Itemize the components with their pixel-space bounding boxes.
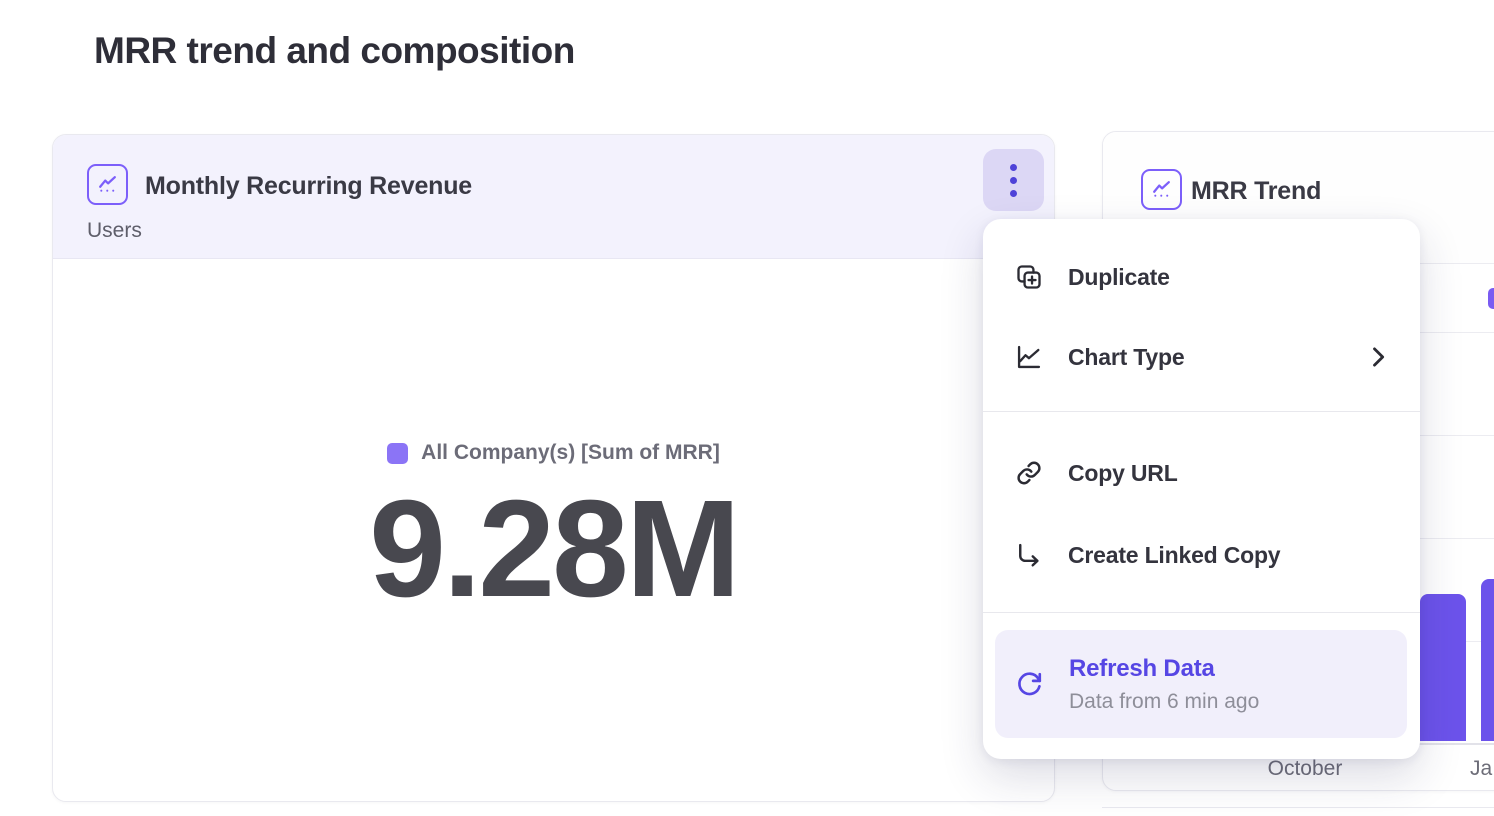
chart-type-icon bbox=[1015, 343, 1043, 371]
menu-divider bbox=[983, 411, 1420, 412]
card-menu-button[interactable] bbox=[983, 149, 1044, 211]
kpi-value: 9.28M bbox=[53, 477, 1054, 622]
linked-copy-arrow-icon bbox=[1015, 541, 1043, 569]
menu-item-label: Chart Type bbox=[1068, 344, 1184, 371]
menu-item-label: Create Linked Copy bbox=[1068, 542, 1280, 569]
menu-divider bbox=[983, 612, 1420, 613]
chevron-right-icon bbox=[1364, 343, 1392, 371]
menu-item-chart-type[interactable]: Chart Type bbox=[983, 319, 1420, 395]
page-title: MRR trend and composition bbox=[94, 30, 575, 72]
chart-widget-icon bbox=[1141, 169, 1182, 210]
menu-item-label: Copy URL bbox=[1068, 460, 1178, 487]
dashboard-page: MRR trend and composition Monthly Recurr… bbox=[0, 0, 1494, 816]
bar-january[interactable] bbox=[1481, 579, 1494, 741]
legend-swatch bbox=[387, 443, 408, 464]
x-axis-label-january: Ja bbox=[1470, 757, 1492, 781]
menu-item-duplicate[interactable]: Duplicate bbox=[983, 235, 1420, 319]
menu-item-refresh-data[interactable]: Refresh Data Data from 6 min ago bbox=[995, 630, 1407, 738]
trend-card-title: MRR Trend bbox=[1191, 177, 1321, 206]
menu-item-create-linked-copy[interactable]: Create Linked Copy bbox=[983, 514, 1420, 596]
trend-legend-swatch bbox=[1488, 288, 1494, 309]
mrr-card-header: Monthly Recurring Revenue Users bbox=[53, 135, 1054, 259]
chart-widget-icon bbox=[87, 164, 128, 205]
mrr-card-subtitle: Users bbox=[87, 219, 142, 243]
kpi-body: All Company(s) [Sum of MRR] 9.28M bbox=[53, 441, 1054, 621]
duplicate-icon bbox=[1015, 263, 1043, 291]
legend-label: All Company(s) [Sum of MRR] bbox=[421, 441, 720, 465]
menu-item-copy-url[interactable]: Copy URL bbox=[983, 432, 1420, 514]
card-context-menu: Duplicate Chart Type Copy URL bbox=[983, 219, 1420, 759]
mrr-card: Monthly Recurring Revenue Users All Comp… bbox=[52, 134, 1055, 802]
refresh-icon bbox=[1015, 670, 1044, 699]
x-axis-label-october: October bbox=[1265, 757, 1345, 781]
next-card-top-edge bbox=[1102, 807, 1494, 808]
kpi-legend: All Company(s) [Sum of MRR] bbox=[387, 441, 720, 465]
refresh-timestamp: Data from 6 min ago bbox=[1069, 690, 1259, 714]
bar-october[interactable] bbox=[1420, 594, 1466, 741]
kebab-icon bbox=[1010, 164, 1017, 197]
menu-item-label: Duplicate bbox=[1068, 264, 1170, 291]
menu-item-label: Refresh Data bbox=[1069, 655, 1259, 683]
mrr-card-title: Monthly Recurring Revenue bbox=[145, 172, 472, 201]
link-icon bbox=[1015, 459, 1043, 487]
